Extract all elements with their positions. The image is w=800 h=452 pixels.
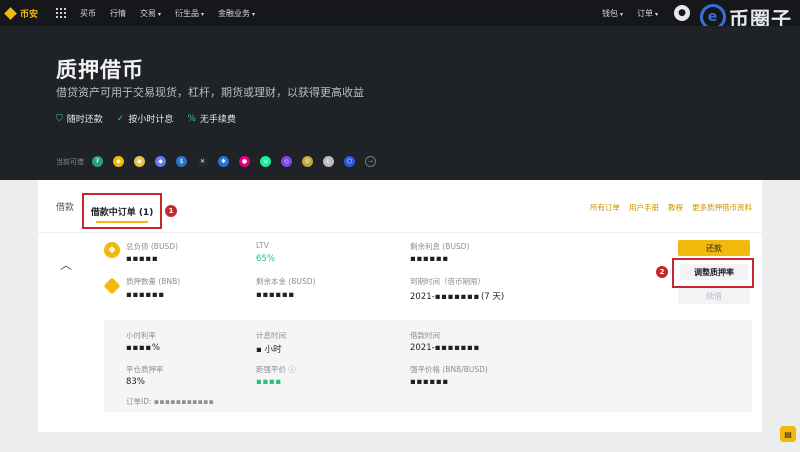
link-user-manual[interactable]: 用户手册 (629, 202, 659, 213)
matic-icon[interactable]: ◇ (281, 156, 292, 167)
nav-item-trade[interactable]: 交易 ▾ (140, 8, 161, 19)
ltv-label: LTV (256, 241, 269, 250)
ltc-icon[interactable]: Ł (323, 156, 334, 167)
collateral-value: ▪ ▪ ▪ ▪ ▪ ▪ (126, 290, 164, 300)
feature-no-fees: % 无手续费 (187, 113, 236, 126)
tab-underline (96, 221, 148, 223)
bnb-icon (103, 277, 121, 295)
xrp-icon[interactable]: ✕ (197, 156, 208, 167)
liquidation-distance-label: 距强平价 ⓘ (256, 365, 296, 374)
total-debt-value: ▪ ▪ ▪ ▪ ▪ (126, 254, 158, 264)
annotation-badge-2: 2 (656, 266, 668, 278)
user-avatar-icon[interactable]: ● (674, 5, 690, 21)
top-nav: 币安 买币 行情 交易 ▾ 衍生品 ▾ 金融业务 ▾ 钱包 ▾ 订单 ▾ ● e 币圈子 (0, 0, 800, 31)
chevron-up-icon[interactable]: ︿ (60, 256, 72, 273)
page-subtitle: 借贷资产可用于交易现货，杠杆，期货或理财，以获得更高收益 (56, 86, 364, 99)
repay-button[interactable]: 还款 (678, 240, 750, 256)
expiry-value: 2021-▪ ▪ ▪ ▪ ▪ ▪ ▪ (7 天) (410, 292, 505, 302)
chat-support-icon[interactable]: ▤ (780, 426, 796, 442)
usdt-icon[interactable]: ₮ (92, 156, 103, 167)
nav-item-finance[interactable]: 金融业务 ▾ (218, 8, 255, 19)
chevron-down-icon: ▾ (158, 10, 162, 18)
feature-repay-anytime: ⛉ 随时还款 (56, 113, 103, 126)
borrow-time-value: 2021-▪ ▪ ▪ ▪ ▪ ▪ ▪ (410, 343, 479, 353)
busd-icon: ◆ (104, 242, 120, 258)
remaining-principal-value: ▪ ▪ ▪ ▪ ▪ ▪ (256, 290, 294, 300)
hourly-rate-label: 小时利率 (126, 331, 156, 340)
chevron-down-icon: ▾ (252, 10, 256, 18)
eth-icon[interactable]: ◆ (155, 156, 166, 167)
loan-card: 借款 借款中订单 (1) 1 所有订单 用户手册 教程 更多质押借币资料 ︿ ◆… (38, 180, 762, 432)
feature-list: ⛉ 随时还款 ✓ 按小时计息 % 无手续费 (56, 112, 250, 126)
ada-icon[interactable]: ✱ (218, 156, 229, 167)
doge-icon[interactable]: Ð (302, 156, 313, 167)
sol-icon[interactable]: ≡ (260, 156, 271, 167)
total-debt-label: 总负债 (BUSD) (126, 242, 178, 251)
info-icon[interactable]: ⓘ (288, 365, 296, 374)
interest-time-label: 计息时间 (256, 331, 286, 340)
binance-logo[interactable]: 币安 (4, 6, 38, 20)
close-ratio-label: 平仓质押率 (126, 365, 164, 374)
chevron-down-icon: ▾ (201, 10, 205, 18)
remaining-principal-label: 剩余本金 (BUSD) (256, 277, 316, 286)
interest-time-value: ▪ 小时 (256, 345, 282, 355)
hero-banner: 质押借币 借贷资产可用于交易现货，杠杆，期货或理财，以获得更高收益 ⛉ 随时还款… (0, 26, 800, 180)
close-ratio-value: 83% (126, 377, 145, 387)
nav-item-wallet[interactable]: 钱包 ▾ (602, 8, 623, 19)
percent-icon: % (187, 113, 196, 124)
arrow-right-icon[interactable]: → (365, 156, 376, 167)
help-links: 所有订单 用户手册 教程 更多质押借币资料 (581, 202, 752, 213)
annotation-badge-1: 1 (165, 205, 177, 217)
expiry-label: 到期时间（借币期限） (410, 277, 485, 286)
check-circle-icon: ✓ (116, 113, 125, 124)
link-more-info[interactable]: 更多质押借币资料 (692, 202, 752, 213)
bnb-icon[interactable]: ◆ (134, 156, 145, 167)
tab-borrow[interactable]: 借款 (56, 200, 74, 213)
tab-ongoing-orders[interactable]: 借款中订单 (1) (82, 193, 162, 229)
liquidation-price-label: 强平价格 (BNB/BUSD) (410, 365, 488, 374)
chevron-down-icon: ▾ (654, 10, 658, 18)
nav-item-buy-crypto[interactable]: 买币 (80, 8, 96, 19)
order-detail-panel: 小时利率 ▪ ▪ ▪ ▪ % 计息时间 ▪ 小时 借款时间 2021-▪ ▪ ▪… (104, 320, 752, 412)
ltv-value: 65% (256, 254, 275, 264)
order-id: 订单ID: ▪ ▪ ▪ ▪ ▪ ▪ ▪ ▪ ▪ ▪ ▪ (126, 397, 214, 406)
remaining-interest-label: 剩余利息 (BUSD) (410, 242, 470, 251)
borrow-time-label: 借款时间 (410, 331, 440, 340)
nav-item-derivatives[interactable]: 衍生品 ▾ (175, 8, 204, 19)
borrowable-coins: 当前可借 ₮ ◆ ◆ ◆ $ ✕ ✱ ● ≡ ◇ Ð Ł ⬡ → (56, 156, 376, 167)
hourly-rate-value: ▪ ▪ ▪ ▪ % (126, 343, 160, 353)
chevron-down-icon: ▾ (619, 10, 623, 18)
remaining-interest-value: ▪ ▪ ▪ ▪ ▪ ▪ (410, 254, 448, 264)
feature-hourly-interest: ✓ 按小时计息 (116, 113, 174, 126)
renew-button[interactable]: 续借 (678, 288, 750, 304)
liquidation-distance-value: ▪ ▪ ▪ ▪ (256, 377, 281, 387)
link-all-orders[interactable]: 所有订单 (590, 202, 620, 213)
nav-item-markets[interactable]: 行情 (110, 8, 126, 19)
page-title: 质押借币 (56, 58, 144, 82)
dot-icon[interactable]: ● (239, 156, 250, 167)
shield-check-icon: ⛉ (56, 113, 63, 124)
binance-logo-icon (4, 6, 17, 20)
nav-item-orders[interactable]: 订单 ▾ (637, 8, 658, 19)
link-icon[interactable]: ⬡ (344, 156, 355, 167)
link-tutorial[interactable]: 教程 (668, 202, 683, 213)
liquidation-price-value: ▪ ▪ ▪ ▪ ▪ ▪ (410, 377, 448, 387)
busd-icon[interactable]: ◆ (113, 156, 124, 167)
collateral-label: 质押数量 (BNB) (126, 277, 181, 286)
usdc-icon[interactable]: $ (176, 156, 187, 167)
divider (38, 232, 762, 233)
apps-grid-icon[interactable] (56, 8, 67, 18)
adjust-ltv-button[interactable]: 调整质押率 (680, 264, 748, 280)
coins-label: 当前可借 (56, 157, 84, 166)
